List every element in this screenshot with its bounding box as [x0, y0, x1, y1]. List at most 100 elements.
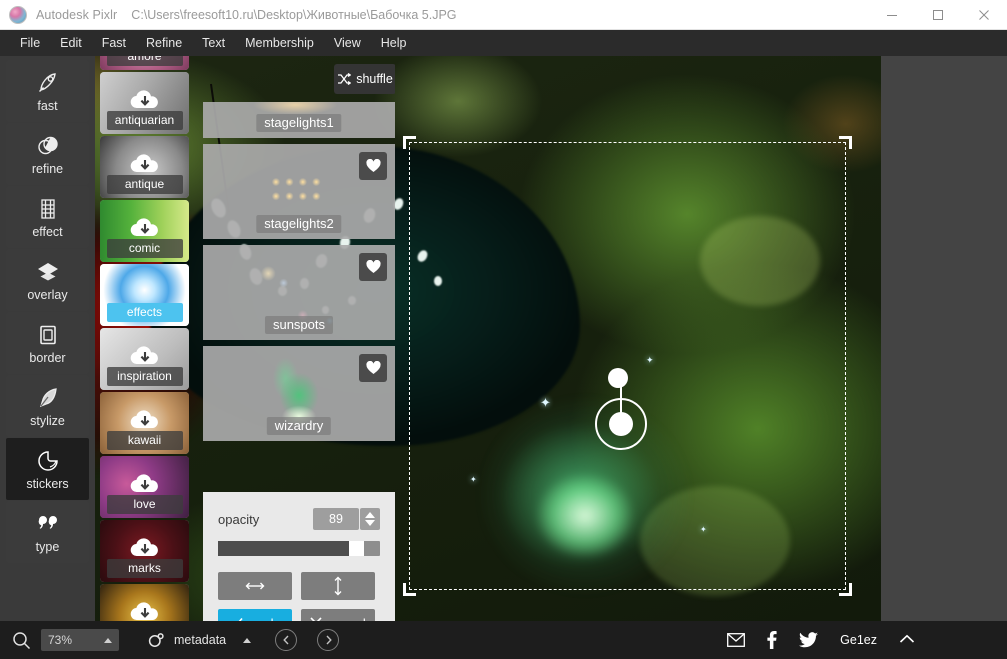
- pixlr-logo-icon: [9, 5, 27, 24]
- menu-item-refine[interactable]: Refine: [136, 32, 192, 54]
- collapse-panel-button[interactable]: [899, 631, 915, 649]
- circles-icon: [35, 133, 61, 159]
- file-path: C:\Users\freesoft10.ru\Desktop\Животные\…: [131, 7, 457, 22]
- category-antiquarian[interactable]: antiquarian: [100, 72, 189, 134]
- frame-icon: [35, 322, 61, 348]
- category-label: marks: [106, 559, 183, 578]
- tool-rail: fast refine effect overlay border styliz…: [0, 56, 95, 621]
- category-comic[interactable]: comic: [100, 200, 189, 262]
- category-inspiration[interactable]: inspiration: [100, 328, 189, 390]
- sticker-list-panel[interactable]: shuffle stagelights1 stagelights2 sunspo…: [203, 56, 395, 621]
- opacity-slider[interactable]: [218, 541, 380, 556]
- metadata-group[interactable]: metadata: [147, 631, 252, 649]
- tool-stickers[interactable]: stickers: [6, 438, 89, 500]
- handle-center[interactable]: [609, 412, 633, 436]
- tool-label: border: [29, 350, 66, 365]
- flip-horizontal-icon: [245, 582, 265, 590]
- category-label: love: [106, 495, 183, 514]
- favorite-button[interactable]: [359, 152, 387, 180]
- user-name[interactable]: Ge1ez: [840, 633, 877, 647]
- mail-button[interactable]: [727, 633, 746, 647]
- status-left-group: 73% metadata: [0, 629, 340, 651]
- tool-label: overlay: [27, 287, 68, 302]
- previous-image-button[interactable]: [275, 629, 298, 651]
- menu-item-file[interactable]: File: [10, 32, 50, 54]
- sticker-card-stagelights1[interactable]: stagelights1: [203, 102, 395, 138]
- sticker-card-sunspots[interactable]: sunspots: [203, 245, 395, 340]
- status-right-group: Ge1ez: [727, 631, 1007, 649]
- opacity-slider-handle[interactable]: [349, 541, 364, 556]
- category-marks[interactable]: marks: [100, 520, 189, 582]
- sticker-label: stagelights2: [256, 215, 342, 233]
- favorite-button[interactable]: [359, 253, 387, 281]
- caret-up-icon[interactable]: [104, 637, 112, 643]
- tool-border[interactable]: border: [6, 312, 89, 374]
- cloud-download-icon: [130, 410, 158, 429]
- sticker-options-panel: opacity 89: [203, 492, 395, 621]
- minimize-button[interactable]: [869, 0, 915, 30]
- tool-overlay[interactable]: overlay: [6, 249, 89, 311]
- magnifier-icon[interactable]: [12, 631, 31, 650]
- zoom-level-field[interactable]: 73%: [41, 629, 119, 651]
- next-image-button[interactable]: [317, 629, 340, 651]
- menu-item-edit[interactable]: Edit: [50, 32, 92, 54]
- tool-refine[interactable]: refine: [6, 123, 89, 185]
- sparkle-icon: ✦: [540, 395, 551, 410]
- stepper-up-icon[interactable]: [365, 512, 375, 518]
- flip-horizontal-button[interactable]: [218, 572, 292, 600]
- tool-fast[interactable]: fast: [6, 60, 89, 122]
- sparkle-icon: ✦: [646, 355, 654, 365]
- close-button[interactable]: [961, 0, 1007, 30]
- menu-item-view[interactable]: View: [324, 32, 371, 54]
- rotate-scale-handle[interactable]: [595, 368, 647, 450]
- tool-effect[interactable]: effect: [6, 186, 89, 248]
- caret-up-icon[interactable]: [243, 637, 252, 643]
- menu-item-help[interactable]: Help: [371, 32, 417, 54]
- opacity-stepper[interactable]: [360, 508, 380, 530]
- sticker-card-wizardry[interactable]: wizardry: [203, 346, 395, 441]
- cancel-button[interactable]: cancel: [301, 609, 375, 621]
- category-amore[interactable]: amore: [100, 56, 189, 70]
- leaf-highlight-1: [700, 216, 820, 306]
- handle-knob[interactable]: [608, 368, 628, 388]
- category-label: amore: [106, 56, 183, 66]
- stepper-down-icon[interactable]: [365, 520, 375, 526]
- opacity-value[interactable]: 89: [313, 508, 359, 530]
- shuffle-icon: [338, 73, 352, 85]
- category-label: inspiration: [106, 367, 183, 386]
- twitter-icon: [799, 632, 819, 648]
- tool-label: effect: [32, 224, 63, 239]
- menu-item-fast[interactable]: Fast: [92, 32, 136, 54]
- twitter-button[interactable]: [799, 632, 819, 648]
- menu-item-text[interactable]: Text: [192, 32, 235, 54]
- sticker-label: sunspots: [264, 316, 334, 334]
- sticker-label: wizardry: [266, 417, 332, 435]
- tool-stylize[interactable]: stylize: [6, 375, 89, 437]
- app-title: Autodesk Pixlr: [36, 7, 118, 22]
- tool-label: fast: [37, 98, 58, 113]
- menu-item-membership[interactable]: Membership: [235, 32, 324, 54]
- sticker-card-stagelights2[interactable]: stagelights2: [203, 144, 395, 239]
- tool-label: stylize: [30, 413, 65, 428]
- wizardry-sticker-instance[interactable]: [440, 336, 730, 621]
- category-effects[interactable]: effects: [100, 264, 189, 326]
- category-nature[interactable]: nature: [100, 584, 189, 621]
- category-label: antiquarian: [106, 111, 183, 130]
- maximize-button[interactable]: [915, 0, 961, 30]
- facebook-button[interactable]: [767, 631, 777, 649]
- layers-icon: [35, 259, 61, 285]
- category-kawaii[interactable]: kawaii: [100, 392, 189, 454]
- opacity-slider-fill: [218, 541, 349, 556]
- category-love[interactable]: love: [100, 456, 189, 518]
- metadata-label: metadata: [174, 633, 227, 647]
- shuffle-button[interactable]: shuffle: [334, 64, 395, 94]
- tool-type[interactable]: type: [6, 501, 89, 563]
- category-antique[interactable]: antique: [100, 136, 189, 198]
- cloud-download-icon: [130, 90, 158, 109]
- flip-vertical-button[interactable]: [301, 572, 375, 600]
- menu-bar: File Edit Fast Refine Text Membership Vi…: [0, 30, 1007, 56]
- favorite-button[interactable]: [359, 354, 387, 382]
- shuffle-label: shuffle: [356, 72, 393, 86]
- sticker-category-list[interactable]: amore antiquarian antique comic effects …: [96, 56, 195, 621]
- apply-button[interactable]: apply: [218, 609, 292, 621]
